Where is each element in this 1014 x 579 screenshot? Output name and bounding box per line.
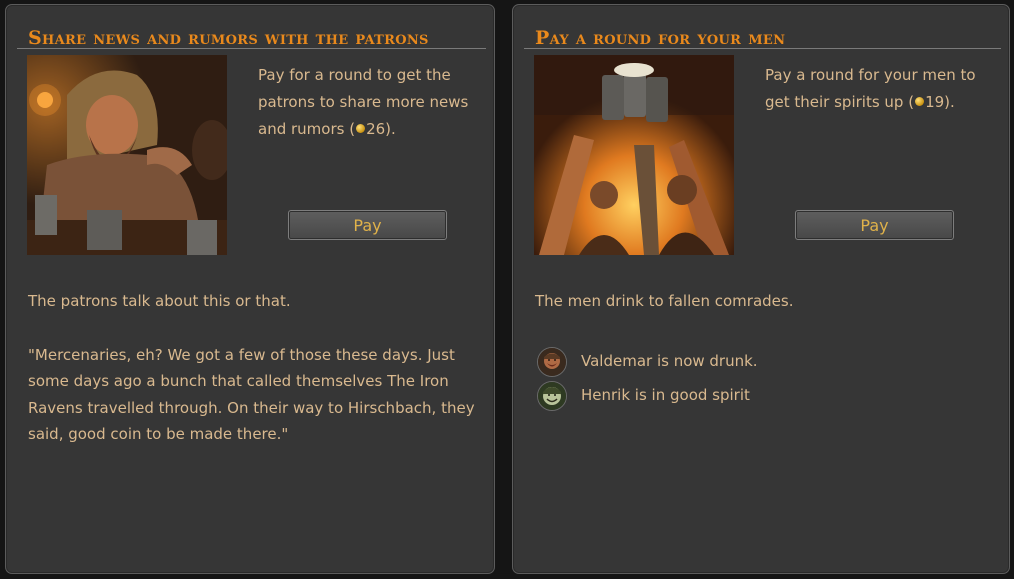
news-rumors-panel: Share news and rumors with the patrons P… — [5, 4, 495, 574]
gold-coin-icon — [915, 97, 925, 106]
effect-text: Valdemar is now drunk. — [581, 352, 758, 370]
effect-text: Henrik is in good spirit — [581, 386, 750, 404]
gold-coin-icon — [356, 124, 366, 133]
happy-portrait-icon — [537, 381, 567, 411]
drunk-portrait-icon — [537, 347, 567, 377]
desc-text-end: ). — [944, 93, 955, 111]
title-divider — [524, 48, 1001, 49]
round-description: Pay a round for your men to get their sp… — [765, 62, 990, 116]
title-divider — [17, 48, 486, 49]
panel-title: Pay a round for your men — [535, 27, 786, 49]
news-description: Pay for a round to get the patrons to sh… — [258, 62, 483, 143]
result-text: The men drink to fallen comrades. — [535, 292, 794, 310]
toast-illustration — [534, 55, 734, 255]
round-for-men-panel: Pay a round for your men Pay a round for… — [512, 4, 1010, 574]
rumor-quote: "Mercenaries, eh? We got a few of those … — [28, 346, 475, 443]
pay-round-button[interactable]: Pay — [795, 210, 954, 240]
cost-value: 19 — [925, 93, 945, 111]
result-text: The patrons talk about this or that. — [28, 292, 291, 310]
cost-value: 26 — [366, 120, 386, 138]
panel-title: Share news and rumors with the patrons — [28, 27, 429, 49]
pay-news-button[interactable]: Pay — [288, 210, 447, 240]
patron-illustration — [27, 55, 227, 255]
desc-text-end: ). — [385, 120, 396, 138]
